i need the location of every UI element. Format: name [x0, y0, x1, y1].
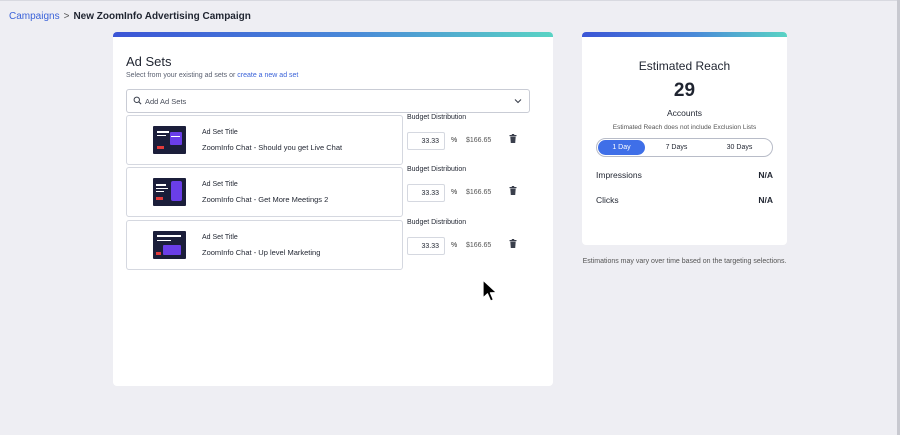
search-icon — [133, 96, 143, 106]
ad-set-name: ZoomInfo Chat - Should you get Live Chat — [202, 143, 343, 152]
period-30-days-button[interactable]: 30 Days — [708, 140, 771, 155]
budget-percent-input[interactable] — [407, 184, 445, 202]
reach-unit: Accounts — [667, 108, 702, 118]
budget-amount: $166.65 — [466, 189, 492, 196]
percent-sign: % — [451, 137, 458, 144]
clicks-metric: Clicks N/A — [596, 195, 773, 205]
impressions-value: N/A — [758, 170, 773, 180]
clicks-label: Clicks — [596, 195, 619, 205]
ad-set-label: Ad Set Title — [202, 129, 238, 136]
clicks-value: N/A — [758, 195, 773, 205]
trash-icon[interactable] — [509, 239, 518, 249]
ad-set-name: ZoomInfo Chat - Up level Marketing — [202, 248, 321, 257]
budget-distribution-label: Budget Distribution — [407, 114, 467, 121]
period-7-days-button[interactable]: 7 Days — [645, 140, 708, 155]
ad-sets-title: Ad Sets — [126, 54, 172, 69]
trash-icon[interactable] — [509, 134, 518, 144]
chevron-down-icon[interactable] — [513, 96, 523, 106]
breadcrumb-current: New ZoomInfo Advertising Campaign — [73, 11, 251, 22]
create-ad-set-link[interactable]: create a new ad set — [237, 72, 298, 79]
budget-distribution-label: Budget Distribution — [407, 166, 467, 173]
ad-sets-card: Ad Sets Select from your existing ad set… — [113, 32, 553, 386]
add-ad-sets-dropdown[interactable] — [126, 89, 530, 113]
ad-set-item[interactable]: Ad Set Title ZoomInfo Chat - Up level Ma… — [126, 220, 403, 270]
percent-sign: % — [451, 242, 458, 249]
add-ad-sets-input[interactable] — [145, 96, 485, 106]
reach-note: Estimated Reach does not include Exclusi… — [612, 124, 757, 131]
estimation-note: Estimations may vary over time based on … — [582, 258, 787, 265]
ad-thumbnail — [153, 231, 186, 259]
ad-thumbnail — [153, 126, 186, 154]
ad-set-item[interactable]: Ad Set Title ZoomInfo Chat - Should you … — [126, 115, 403, 165]
ad-set-row: Ad Set Title ZoomInfo Chat - Get More Me… — [126, 166, 546, 217]
budget-distribution-label: Budget Distribution — [407, 219, 467, 226]
budget-percent-input[interactable] — [407, 132, 445, 150]
ad-sets-subtitle-text: Select from your existing ad sets or — [126, 72, 236, 79]
period-1-day-button[interactable]: 1 Day — [598, 140, 645, 155]
trash-icon[interactable] — [509, 186, 518, 196]
period-toggle: 1 Day 7 Days 30 Days — [596, 138, 773, 157]
breadcrumb-campaigns-link[interactable]: Campaigns — [9, 11, 60, 22]
ad-set-row: Ad Set Title ZoomInfo Chat - Up level Ma… — [126, 219, 546, 270]
card-gradient-bar — [113, 32, 553, 37]
ad-set-label: Ad Set Title — [202, 181, 238, 188]
budget-amount: $166.65 — [466, 137, 492, 144]
budget-percent-input[interactable] — [407, 237, 445, 255]
ad-set-row: Ad Set Title ZoomInfo Chat - Should you … — [126, 114, 546, 165]
percent-sign: % — [451, 189, 458, 196]
reach-count: 29 — [673, 80, 696, 101]
ad-set-item[interactable]: Ad Set Title ZoomInfo Chat - Get More Me… — [126, 167, 403, 217]
budget-amount: $166.65 — [466, 242, 492, 249]
breadcrumb-separator: > — [63, 11, 70, 22]
ad-set-name: ZoomInfo Chat - Get More Meetings 2 — [202, 195, 329, 204]
ad-thumbnail — [153, 178, 186, 206]
top-divider — [0, 0, 900, 1]
mouse-cursor-icon — [482, 279, 498, 302]
breadcrumb: Campaigns > New ZoomInfo Advertising Cam… — [9, 11, 251, 22]
ad-set-label: Ad Set Title — [202, 234, 238, 241]
estimated-reach-card: Estimated Reach 29 Accounts Estimated Re… — [582, 32, 787, 245]
card-gradient-bar — [582, 32, 787, 37]
impressions-label: Impressions — [596, 170, 642, 180]
reach-title: Estimated Reach — [638, 59, 731, 73]
ad-sets-subtitle: Select from your existing ad sets or cre… — [126, 72, 298, 79]
impressions-metric: Impressions N/A — [596, 170, 773, 180]
